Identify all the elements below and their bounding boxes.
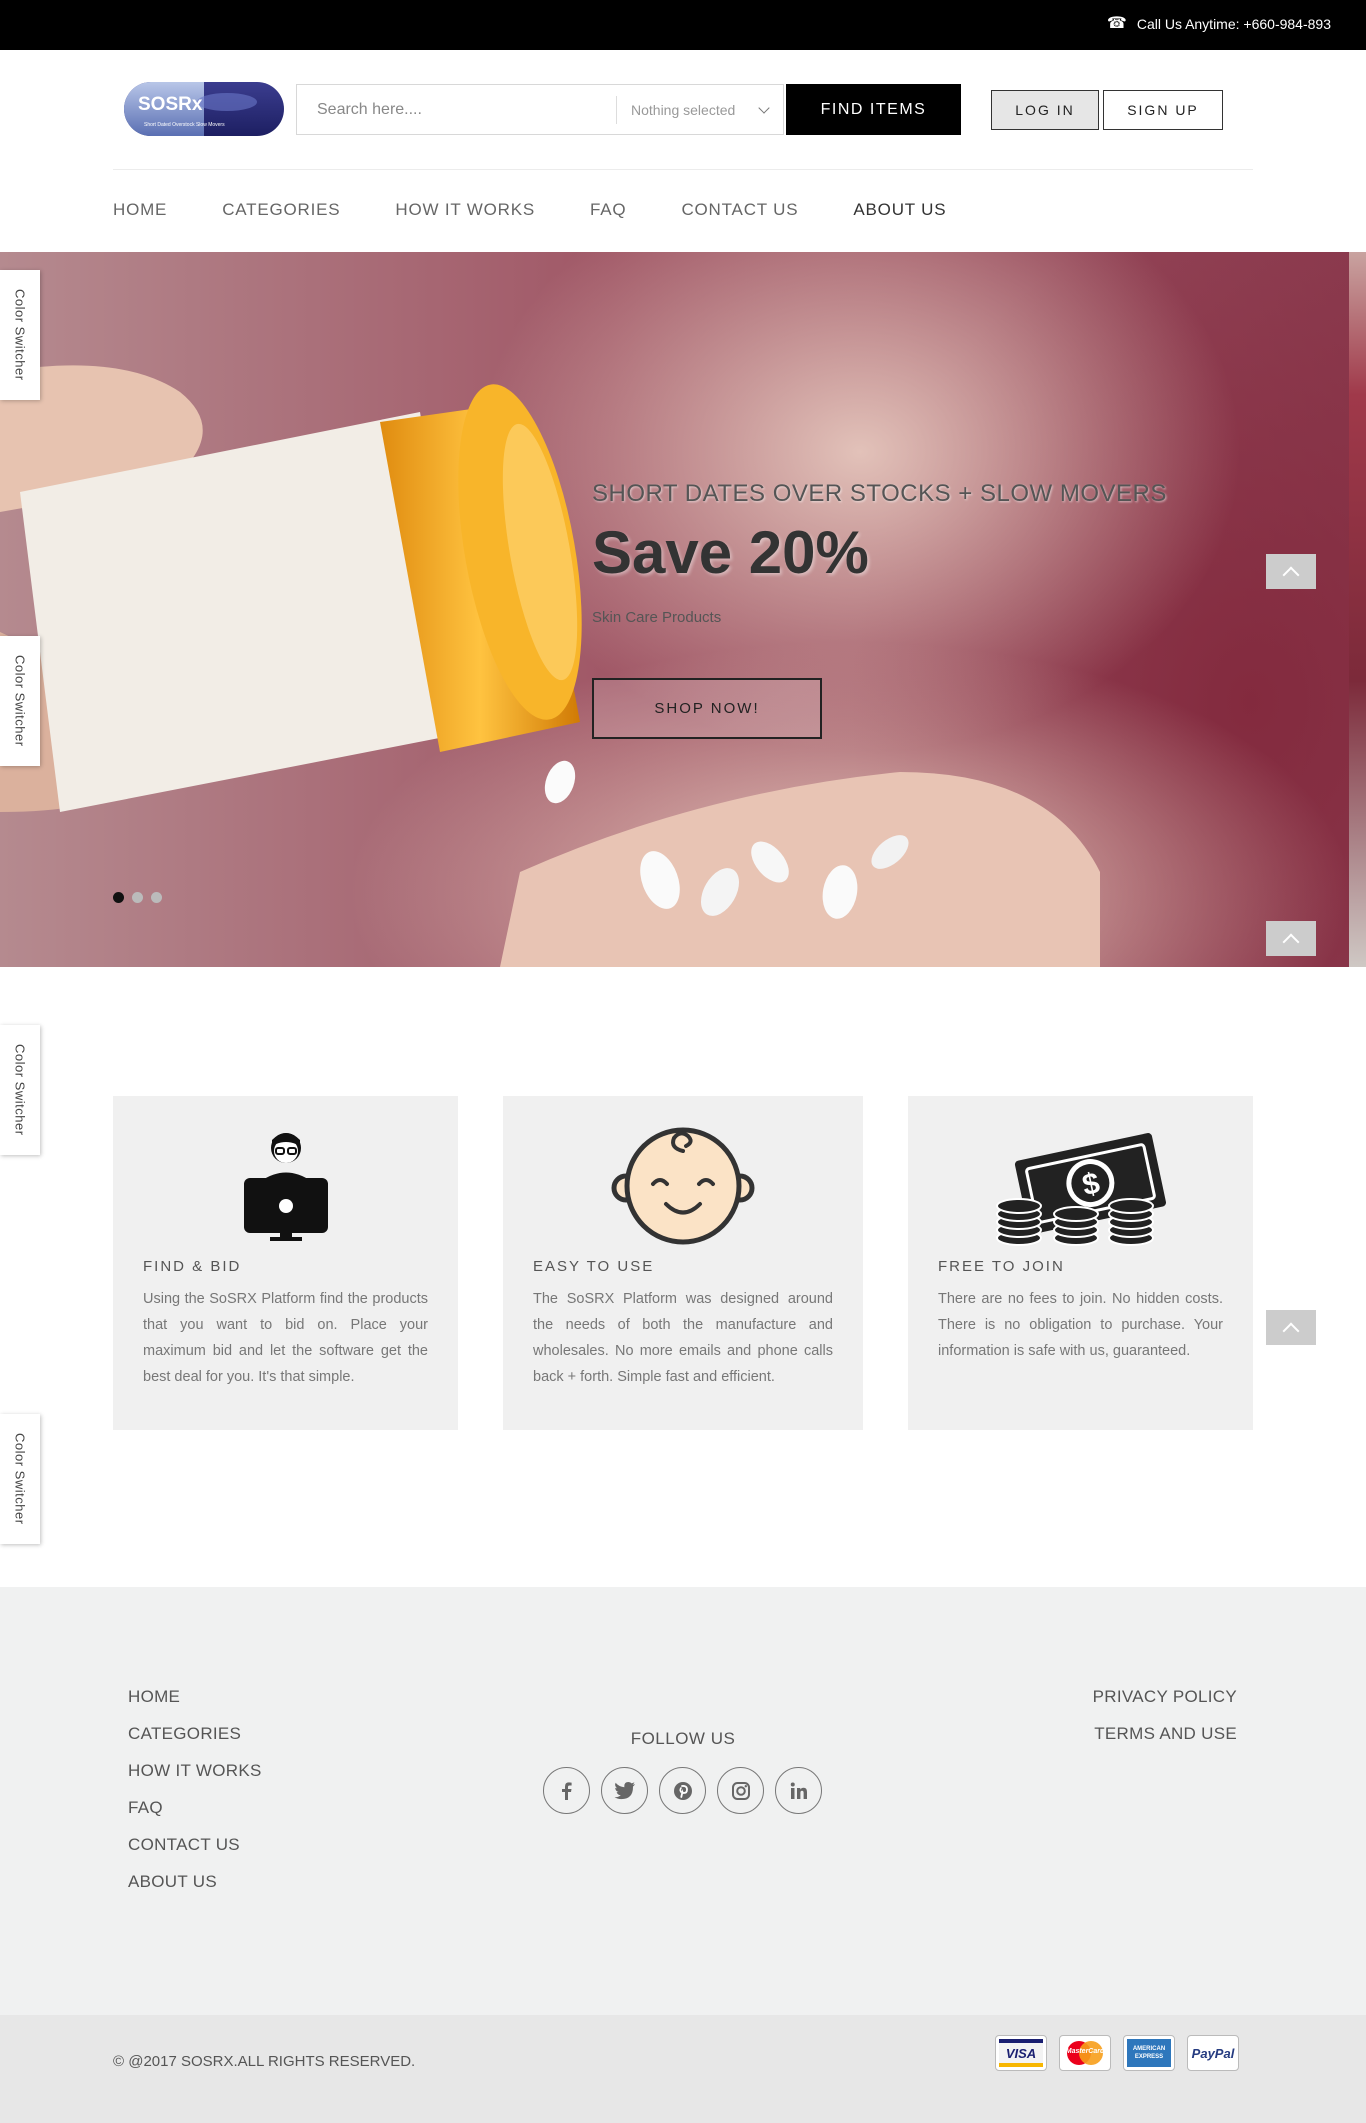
color-switcher-tab[interactable]: Color Switcher <box>0 636 40 766</box>
signup-button[interactable]: SIGN UP <box>1103 90 1223 130</box>
nav-item-categories[interactable]: CATEGORIES <box>222 200 340 220</box>
color-switcher-label: Color Switcher <box>12 1044 28 1136</box>
color-switcher-tab[interactable]: Color Switcher <box>0 1025 40 1155</box>
logo-text: SOSRx <box>138 94 203 115</box>
slider-dots <box>113 892 162 903</box>
feature-title: FIND & BID <box>143 1258 242 1275</box>
slider-dot[interactable] <box>151 892 162 903</box>
login-button[interactable]: LOG IN <box>991 90 1099 130</box>
chevron-up-icon <box>1282 933 1300 950</box>
feature-title: EASY TO USE <box>533 1258 655 1275</box>
chevron-down-icon <box>758 102 770 114</box>
amex-label: AMERICAN EXPRESS <box>1127 2039 1171 2067</box>
facebook-icon[interactable] <box>543 1767 590 1814</box>
privacy-policy-link[interactable]: PRIVACY POLICY <box>1093 1687 1237 1707</box>
twitter-icon[interactable] <box>601 1767 648 1814</box>
chevron-up-icon <box>1282 1322 1300 1339</box>
search-bar: Nothing selected <box>296 84 784 135</box>
copyright-text: © @2017 SOSRX.ALL RIGHTS RESERVED. <box>113 2053 416 2070</box>
feature-text: The SoSRX Platform was designed around t… <box>533 1291 833 1385</box>
slider-dot[interactable] <box>132 892 143 903</box>
footer-link-faq[interactable]: FAQ <box>128 1798 262 1818</box>
hero-small-text: Skin Care Products <box>592 609 722 626</box>
shop-now-button[interactable]: SHOP NOW! <box>592 678 822 739</box>
paypal-icon: PayPal <box>1187 2035 1239 2071</box>
logo-tagline: Short Dated Overstock Slow Movers <box>144 122 225 128</box>
footer-nav: HOME CATEGORIES HOW IT WORKS FAQ CONTACT… <box>128 1687 262 1909</box>
scroll-top-button[interactable] <box>1266 921 1316 956</box>
call-info: ☎ Call Us Anytime: +660-984-893 <box>1106 15 1331 33</box>
footer: HOME CATEGORIES HOW IT WORKS FAQ CONTACT… <box>0 1587 1366 2015</box>
feature-card: EASY TO USE The SoSRX Platform was desig… <box>503 1096 863 1430</box>
nav-item-faq[interactable]: FAQ <box>590 200 626 220</box>
hero-slider: SHORT DATES OVER STOCKS + SLOW MOVERS Sa… <box>0 252 1366 967</box>
feature-text: Using the SoSRX Platform find the produc… <box>143 1291 428 1385</box>
payment-methods: VISA MasterCard AMERICAN EXPRESS PayPal <box>995 2035 1239 2071</box>
footer-link-how-it-works[interactable]: HOW IT WORKS <box>128 1761 262 1781</box>
nav-item-home[interactable]: HOME <box>113 200 167 220</box>
baby-face-icon <box>503 1126 863 1246</box>
developer-icon <box>113 1126 458 1246</box>
top-bar: ☎ Call Us Anytime: +660-984-893 <box>0 0 1366 50</box>
money-icon: $ <box>908 1126 1253 1246</box>
hero-caption: SHORT DATES OVER STOCKS + SLOW MOVERS Sa… <box>592 480 1167 626</box>
nav-item-contact-us[interactable]: CONTACT US <box>681 200 798 220</box>
pinterest-icon[interactable] <box>659 1767 706 1814</box>
color-switcher-label: Color Switcher <box>12 1433 28 1525</box>
terms-link[interactable]: TERMS AND USE <box>1093 1724 1237 1744</box>
footer-link-home[interactable]: HOME <box>128 1687 262 1707</box>
scroll-top-button[interactable] <box>1266 1310 1316 1345</box>
color-switcher-tab[interactable]: Color Switcher <box>0 270 40 400</box>
footer-link-contact-us[interactable]: CONTACT US <box>128 1835 262 1855</box>
nav-item-how-it-works[interactable]: HOW IT WORKS <box>395 200 535 220</box>
amex-icon: AMERICAN EXPRESS <box>1123 2035 1175 2071</box>
phone-icon: ☎ <box>1106 15 1127 32</box>
footer-link-about-us[interactable]: ABOUT US <box>128 1872 262 1892</box>
visa-icon: VISA <box>995 2035 1047 2071</box>
call-label: Call Us Anytime: +660-984-893 <box>1136 16 1331 32</box>
search-input[interactable] <box>297 85 617 134</box>
feature-text: There are no fees to join. No hidden cos… <box>938 1291 1223 1359</box>
features-section: FIND & BID Using the SoSRX Platform find… <box>113 1096 1253 1430</box>
hero-title: Save 20% <box>592 519 869 586</box>
category-select-value: Nothing selected <box>631 102 736 118</box>
social-links <box>543 1767 822 1814</box>
slider-dot[interactable] <box>113 892 124 903</box>
category-select[interactable]: Nothing selected <box>616 96 784 124</box>
color-switcher-tab[interactable]: Color Switcher <box>0 1414 40 1544</box>
hero-subtitle: SHORT DATES OVER STOCKS + SLOW MOVERS <box>592 480 1167 507</box>
color-switcher-label: Color Switcher <box>12 289 28 381</box>
mastercard-icon: MasterCard <box>1059 2035 1111 2071</box>
chevron-up-icon <box>1282 566 1300 583</box>
main-nav: HOME CATEGORIES HOW IT WORKS FAQ CONTACT… <box>0 170 1366 252</box>
hero-edge <box>1349 252 1366 967</box>
linkedin-icon[interactable] <box>775 1767 822 1814</box>
nav-item-about-us[interactable]: ABOUT US <box>853 200 946 220</box>
find-items-button[interactable]: FIND ITEMS <box>786 84 961 135</box>
logo[interactable]: SOSRx Short Dated Overstock Slow Movers <box>122 80 286 138</box>
header: SOSRx Short Dated Overstock Slow Movers … <box>0 50 1366 170</box>
scroll-top-button[interactable] <box>1266 554 1316 589</box>
instagram-icon[interactable] <box>717 1767 764 1814</box>
copyright-bar: © @2017 SOSRX.ALL RIGHTS RESERVED. VISA … <box>0 2015 1366 2123</box>
footer-legal-nav: PRIVACY POLICY TERMS AND USE <box>1093 1687 1237 1761</box>
feature-card: $ FREE TO JOIN There are no fees to join… <box>908 1096 1253 1430</box>
feature-title: FREE TO JOIN <box>938 1258 1065 1275</box>
mastercard-label: MasterCard <box>1065 2048 1105 2055</box>
visa-label: VISA <box>1005 2045 1037 2061</box>
color-switcher-label: Color Switcher <box>12 655 28 747</box>
feature-card: FIND & BID Using the SoSRX Platform find… <box>113 1096 458 1430</box>
paypal-label: PayPal <box>1191 2045 1235 2061</box>
